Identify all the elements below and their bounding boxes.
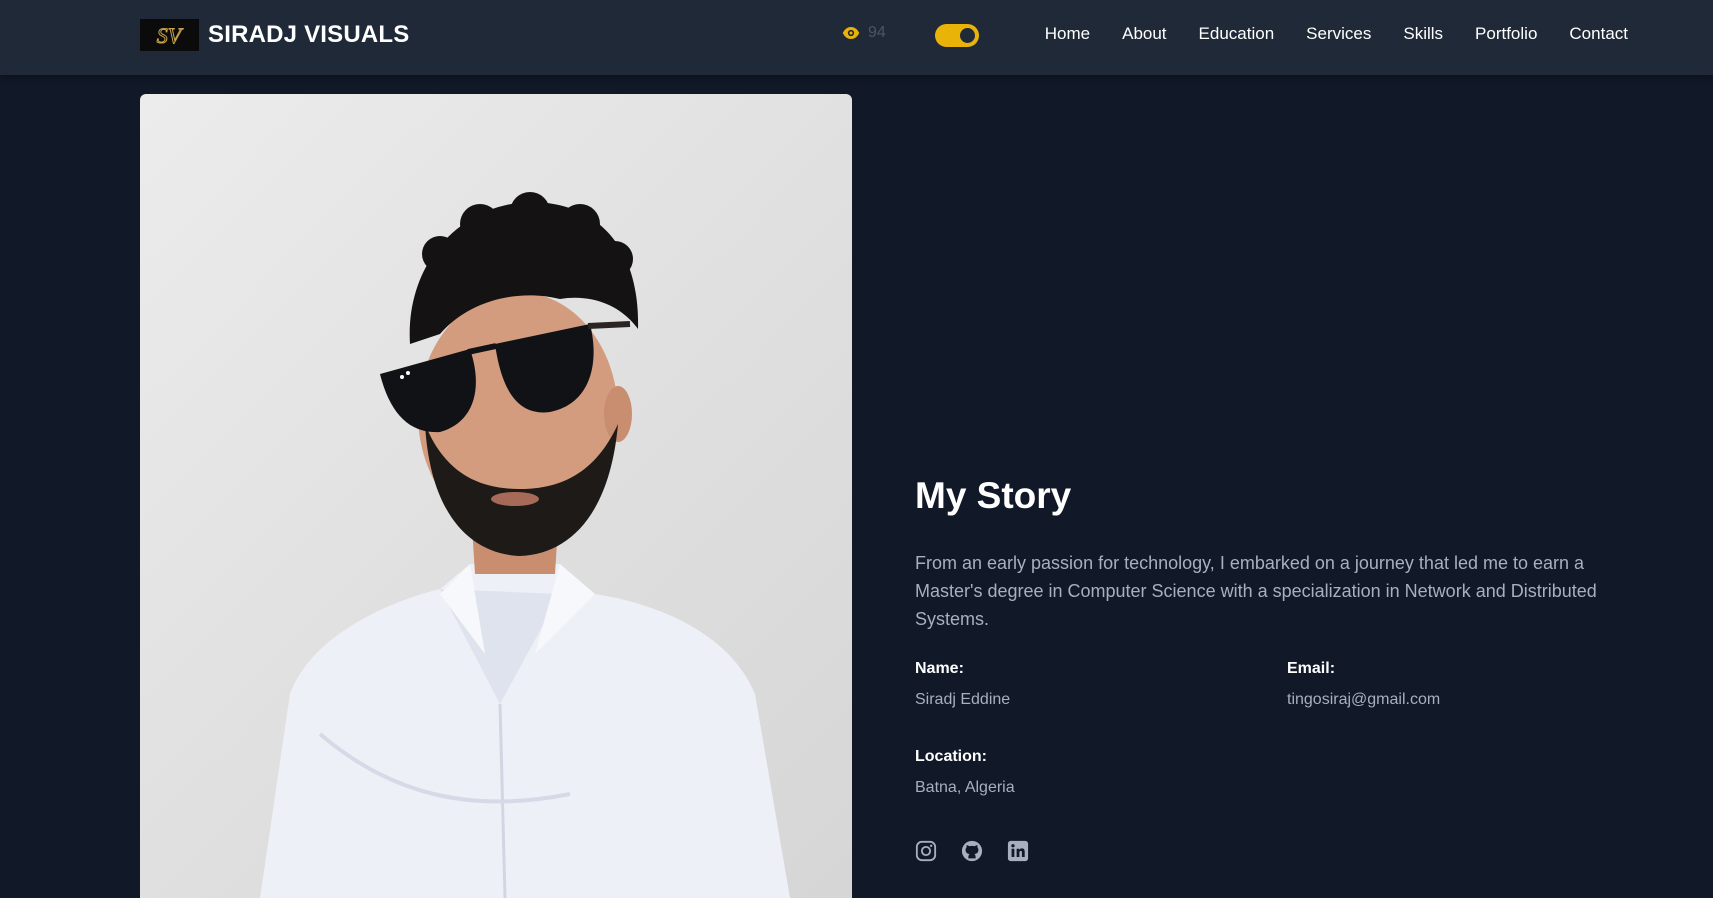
email-value[interactable]: tingosiraj@gmail.com <box>1287 691 1440 709</box>
email-label: Email: <box>1287 660 1336 677</box>
story-text: From an early passion for technology, I … <box>915 553 1597 629</box>
brand-name: SIRADJ VISUALS <box>208 21 410 48</box>
eye-icon <box>842 27 860 39</box>
my-story-section: My Story From an early passion for techn… <box>915 475 1635 633</box>
nav-about[interactable]: About <box>1122 24 1166 44</box>
instagram-icon[interactable] <box>915 840 937 862</box>
nav-contact[interactable]: Contact <box>1569 24 1628 44</box>
nav-education[interactable]: Education <box>1199 24 1275 44</box>
name-label: Name: <box>915 660 964 677</box>
nav-skills[interactable]: Skills <box>1403 24 1443 44</box>
info-email: Email: tingosiraj@gmail.com <box>1287 660 1440 709</box>
brand[interactable]: SV SIRADJ VISUALS <box>140 19 410 51</box>
github-icon[interactable] <box>961 840 983 862</box>
nav-services[interactable]: Services <box>1306 24 1371 44</box>
name-value: Siradj Eddine <box>915 691 1011 708</box>
social-links <box>915 840 1053 862</box>
nav-home[interactable]: Home <box>1045 24 1090 44</box>
story-title: My Story <box>915 475 1072 516</box>
info-location: Location: Batna, Algeria <box>915 748 1015 797</box>
view-counter: 94 <box>842 24 886 42</box>
theme-toggle[interactable] <box>935 24 979 47</box>
brand-logo: SV <box>140 19 199 51</box>
linkedin-icon[interactable] <box>1007 840 1029 862</box>
view-count: 94 <box>868 24 886 41</box>
info-grid: Name: Siradj Eddine Email: tingosiraj@gm… <box>915 660 1675 800</box>
location-value: Batna, Algeria <box>915 779 1015 796</box>
svg-text:SV: SV <box>157 23 184 48</box>
location-label: Location: <box>915 748 987 765</box>
toggle-knob <box>960 28 975 43</box>
navbar: SV SIRADJ VISUALS 94 Home About Educatio… <box>0 0 1713 75</box>
info-name: Name: Siradj Eddine <box>915 660 1010 709</box>
nav-links: Home About Education Services Skills Por… <box>1013 24 1628 44</box>
nav-portfolio[interactable]: Portfolio <box>1475 24 1537 44</box>
profile-photo <box>140 94 852 898</box>
